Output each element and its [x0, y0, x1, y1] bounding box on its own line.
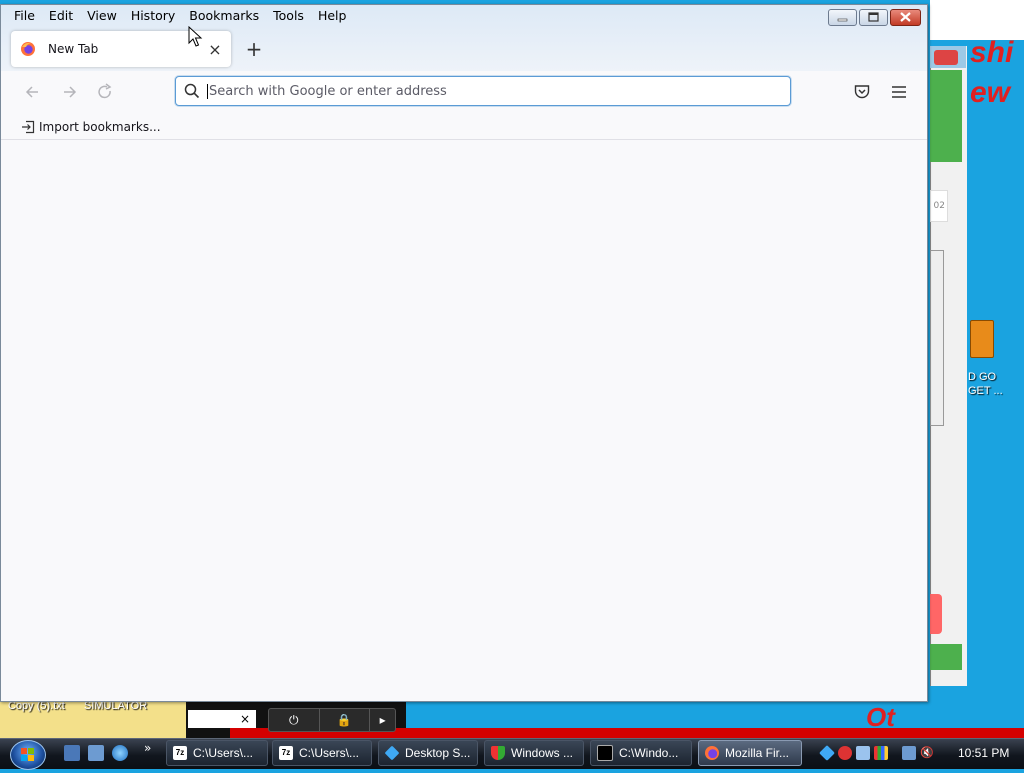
- shield-icon: [491, 746, 505, 760]
- close-icon: [900, 12, 911, 22]
- menu-edit[interactable]: Edit: [42, 6, 80, 25]
- title-bar[interactable]: File Edit View History Bookmarks Tools H…: [1, 5, 927, 71]
- taskbar-button-label: C:\Windo...: [619, 746, 679, 760]
- taskbar-button-label: Desktop S...: [405, 746, 471, 760]
- minimize-button[interactable]: [828, 9, 857, 26]
- taskbar-button-7zip-1[interactable]: 7z C:\Users\...: [166, 740, 268, 766]
- mouse-cursor-icon: [188, 26, 203, 47]
- tray-security-icon[interactable]: [838, 746, 852, 760]
- background-window-field: 02: [930, 190, 948, 222]
- power-icon[interactable]: ⏻: [269, 709, 320, 731]
- import-bookmarks-button[interactable]: Import bookmarks...: [21, 120, 161, 134]
- tray-windows-flag-icon[interactable]: [874, 746, 888, 760]
- start-button[interactable]: [10, 740, 46, 770]
- taskbar-button-cmd[interactable]: C:\Windo...: [590, 740, 692, 766]
- hamburger-menu-icon[interactable]: [890, 83, 908, 101]
- menu-bookmarks[interactable]: Bookmarks: [182, 6, 266, 25]
- new-tab-button[interactable]: +: [243, 38, 265, 60]
- address-bar[interactable]: Search with Google or enter address: [175, 76, 791, 106]
- taskbar-button-firefox[interactable]: Mozilla Fir...: [698, 740, 802, 766]
- wallpaper-scribble: Ot: [866, 702, 895, 732]
- lock-icon[interactable]: 🔒: [320, 709, 371, 731]
- forward-icon[interactable]: [59, 82, 79, 102]
- import-icon: [22, 120, 35, 134]
- show-desktop-icon[interactable]: [64, 745, 80, 761]
- desktop-wallpaper-patch: [930, 0, 1024, 40]
- tab-close-icon[interactable]: ×: [203, 40, 227, 59]
- wallpaper-text: shi: [970, 36, 1014, 69]
- menu-tools[interactable]: Tools: [266, 6, 311, 25]
- arrow-right-icon[interactable]: ▸: [370, 709, 395, 731]
- tray-device-icon[interactable]: [856, 746, 870, 760]
- taskbar-button-7zip-2[interactable]: 7z C:\Users\...: [272, 740, 372, 766]
- menu-file[interactable]: File: [7, 6, 42, 25]
- firefox-icon: [705, 746, 719, 760]
- taskbar-button-windows-security[interactable]: Windows ...: [484, 740, 584, 766]
- bookmarks-toolbar: Import bookmarks...: [1, 115, 927, 140]
- background-window-close-button[interactable]: [934, 50, 958, 65]
- tray-app-icon[interactable]: [819, 745, 835, 761]
- address-bar-placeholder: Search with Google or enter address: [207, 83, 447, 99]
- tab-title: New Tab: [48, 42, 99, 56]
- background-window-red-button[interactable]: [930, 594, 942, 634]
- volume-muted-icon[interactable]: 🔇: [920, 746, 934, 760]
- close-window-button[interactable]: [890, 9, 921, 26]
- taskbar-button-label: Mozilla Fir...: [725, 746, 790, 760]
- restore-button[interactable]: [859, 9, 888, 26]
- menu-bar: File Edit View History Bookmarks Tools H…: [7, 6, 353, 25]
- back-icon[interactable]: [23, 82, 43, 102]
- navigation-toolbar: Search with Google or enter address: [1, 71, 927, 113]
- firefox-window: File Edit View History Bookmarks Tools H…: [0, 4, 928, 702]
- menu-view[interactable]: View: [80, 6, 124, 25]
- firefox-icon: [21, 42, 35, 56]
- background-window-footer: [930, 644, 962, 670]
- taskbar-button-label: C:\Users\...: [299, 746, 360, 760]
- taskbar-button-label: C:\Users\...: [193, 746, 254, 760]
- desktop-icon-label[interactable]: D GO GET ...: [968, 370, 1024, 398]
- search-icon: [184, 83, 200, 99]
- switch-windows-icon[interactable]: [88, 745, 104, 761]
- restore-icon: [868, 12, 879, 22]
- new-tab-page-content[interactable]: [7, 140, 923, 698]
- taskbar-button-label: Windows ...: [511, 746, 574, 760]
- system-tray: 🔇: [819, 742, 934, 764]
- windows-logo-icon: [21, 748, 34, 761]
- pocket-icon[interactable]: [853, 83, 871, 101]
- background-window-scrollbar[interactable]: [930, 250, 944, 426]
- internet-explorer-icon[interactable]: [112, 745, 128, 761]
- command-prompt-icon: [597, 745, 613, 761]
- gadget-close-icon[interactable]: ×: [240, 712, 250, 726]
- taskbar-button-desktop[interactable]: Desktop S...: [378, 740, 478, 766]
- quick-launch-overflow-icon[interactable]: »: [144, 741, 151, 755]
- gadget-toolbar: ⏻ 🔒 ▸: [268, 708, 396, 732]
- network-icon[interactable]: [902, 746, 916, 760]
- clock[interactable]: 10:51 PM: [958, 746, 1009, 760]
- toolbox-icon[interactable]: [970, 320, 994, 358]
- minimize-icon: [837, 18, 848, 22]
- 7zip-icon: 7z: [279, 746, 293, 760]
- menu-help[interactable]: Help: [311, 6, 354, 25]
- window-controls: [828, 9, 921, 26]
- import-bookmarks-label: Import bookmarks...: [39, 120, 161, 134]
- gadget-input[interactable]: ×: [188, 710, 256, 728]
- wallpaper-text-2: ew: [970, 76, 1011, 109]
- reload-icon[interactable]: [95, 82, 115, 102]
- 7zip-icon: 7z: [173, 746, 187, 760]
- menu-history[interactable]: History: [124, 6, 182, 25]
- desktop-app-icon: [384, 745, 400, 761]
- background-window-banner: [930, 70, 962, 162]
